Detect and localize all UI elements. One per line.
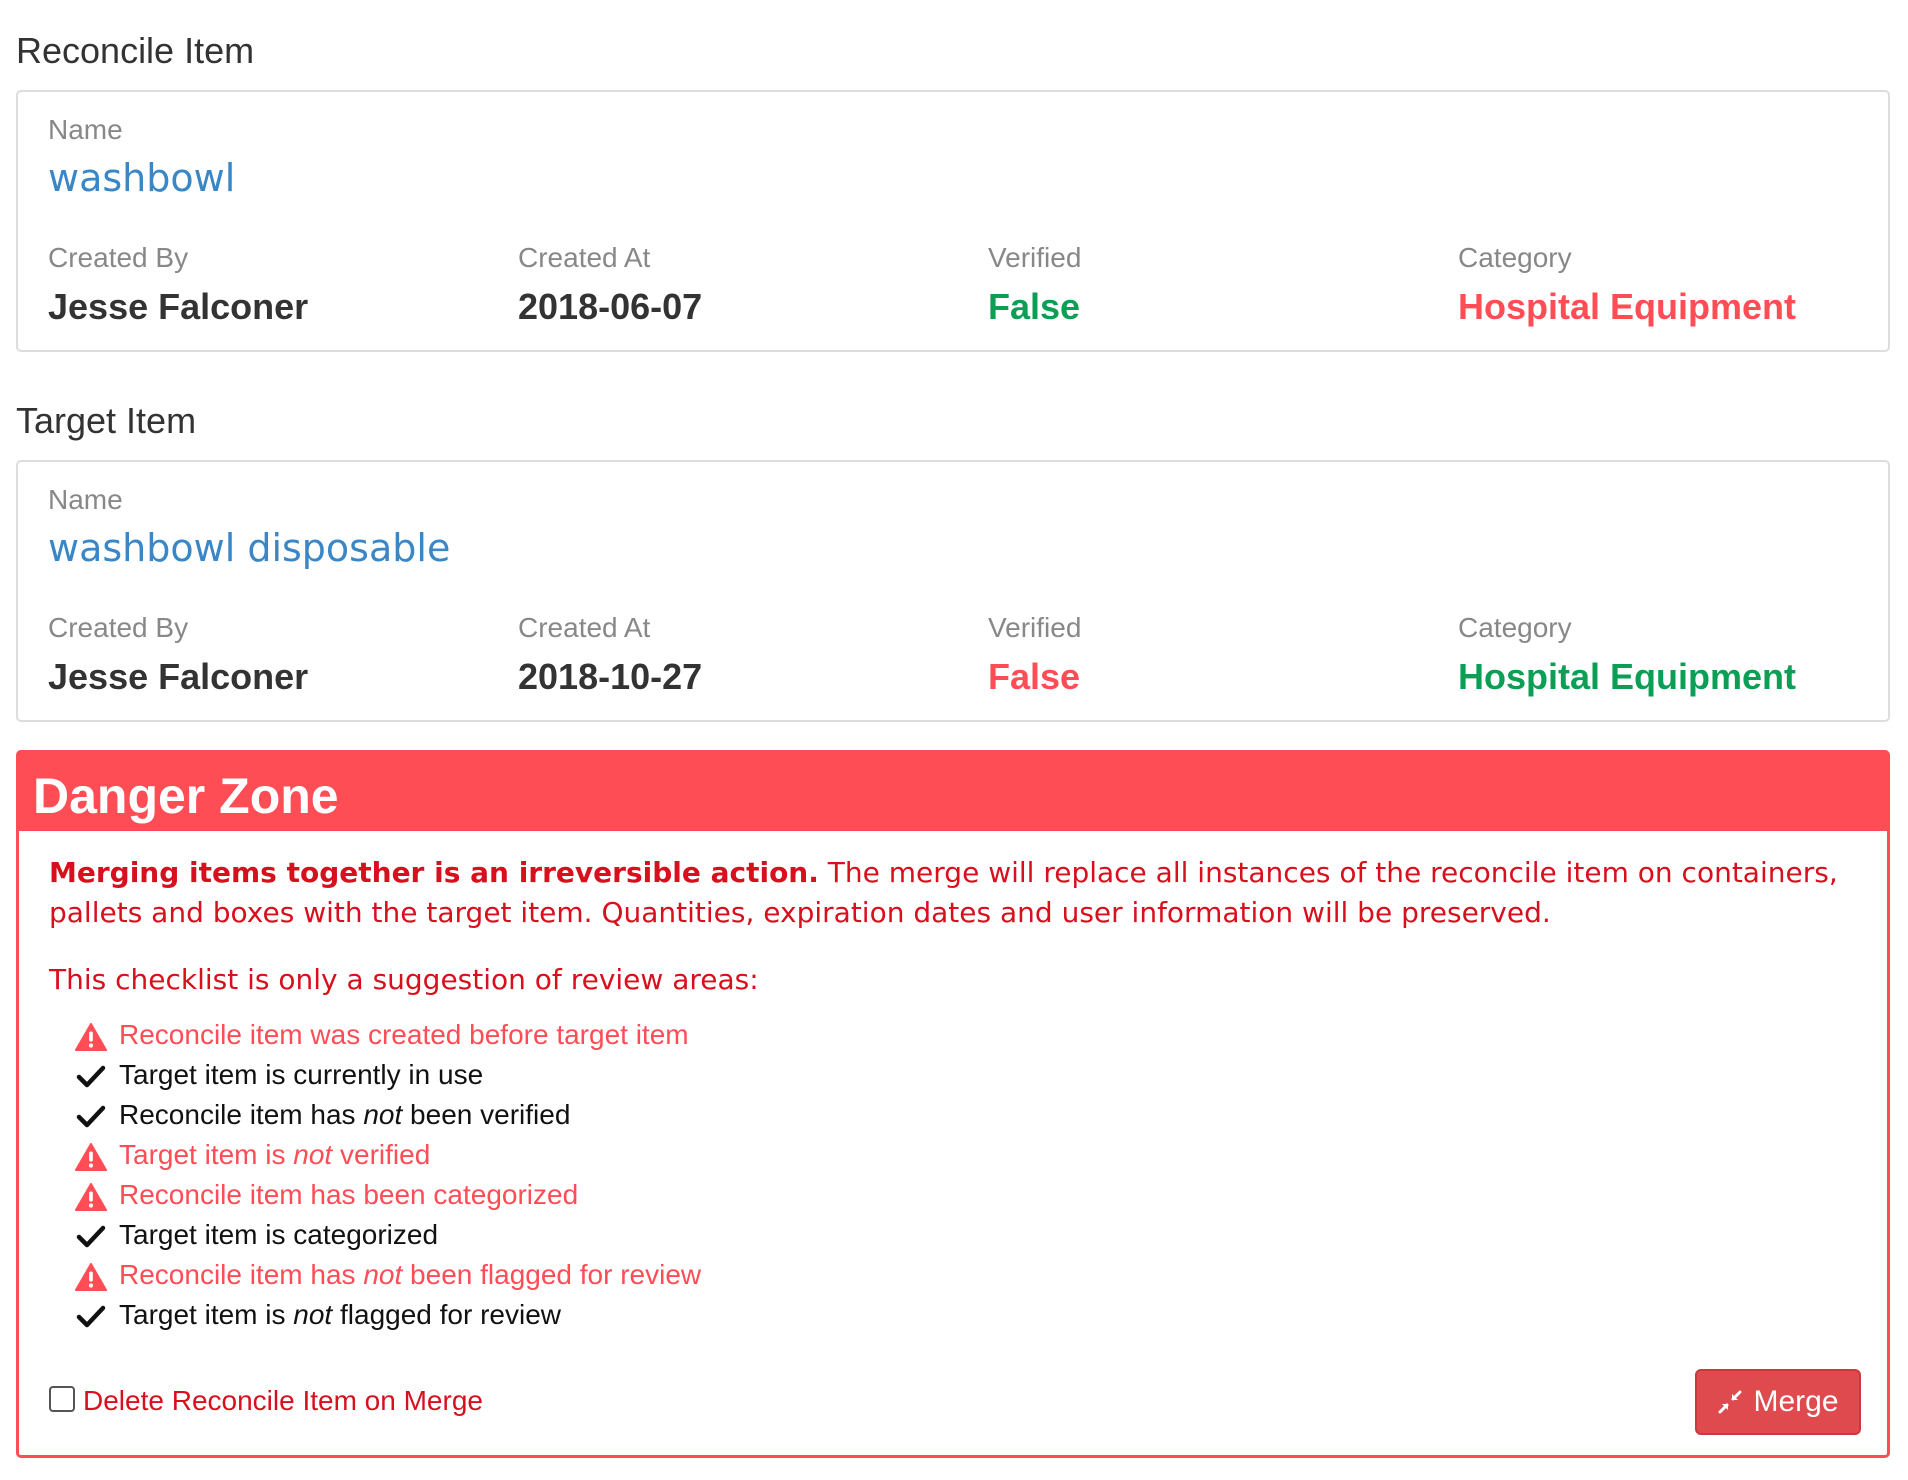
verified-value: False: [988, 656, 1081, 697]
checklist-item: Target item is currently in use: [75, 1055, 701, 1095]
category-label: Category: [1458, 612, 1572, 643]
danger-zone-panel: Danger Zone Merging items together is an…: [16, 750, 1890, 1458]
verified-label: Verified: [988, 612, 1082, 643]
category-value: Hospital Equipment: [1458, 656, 1797, 697]
reconcile-item-heading: Reconcile Item: [16, 30, 255, 71]
checklist-item: Reconcile item was created before target…: [75, 1015, 701, 1055]
checklist-intro: This checklist is only a suggestion of r…: [49, 963, 759, 996]
checklist-item: Target item is not flagged for review: [75, 1295, 701, 1335]
checklist-item: Target item is not verified: [75, 1135, 701, 1175]
checklist-text: Reconcile item has been categorized: [119, 1179, 579, 1210]
check-icon: [75, 1102, 107, 1130]
delete-reconcile-checkbox-row[interactable]: Delete Reconcile Item on Merge: [49, 1385, 483, 1417]
category-value: Hospital Equipment: [1458, 286, 1797, 327]
check-icon: [75, 1302, 107, 1330]
warning-icon: [75, 1262, 107, 1291]
merge-button-label[interactable]: Merge: [1753, 1385, 1838, 1419]
target-item-name[interactable]: washbowl disposable: [48, 526, 450, 570]
checklist-text: Target item is categorized: [119, 1219, 439, 1250]
checklist-item: Reconcile item has been categorized: [75, 1175, 701, 1215]
verified-label: Verified: [988, 242, 1082, 273]
reconcile-item-name[interactable]: washbowl: [48, 156, 235, 200]
checklist-item: Reconcile item has not been verified: [75, 1095, 701, 1135]
checklist-text-end: been flagged for review: [402, 1259, 702, 1290]
checklist-emphasis: not: [293, 1299, 333, 1330]
verified-value: False: [988, 286, 1081, 327]
warning-icon: [75, 1182, 107, 1211]
target-item-heading: Target Item: [16, 400, 197, 441]
created-by-label: Created By: [48, 612, 189, 643]
merge-button[interactable]: Merge: [1695, 1369, 1861, 1435]
checklist-text-end: verified: [332, 1139, 431, 1170]
warning-icon: [75, 1022, 107, 1051]
name-label: Name: [48, 114, 123, 145]
merge-warning-bold: Merging items together is an irreversibl…: [49, 856, 819, 889]
danger-zone-title: Danger Zone: [33, 768, 339, 824]
check-icon: [75, 1062, 107, 1090]
delete-reconcile-label[interactable]: Delete Reconcile Item on Merge: [83, 1385, 483, 1416]
check-icon: [75, 1222, 107, 1250]
delete-reconcile-checkbox[interactable]: [49, 1386, 75, 1412]
merge-warning: Merging items together is an irreversibl…: [49, 853, 1839, 933]
checklist-text-end: been verified: [402, 1099, 571, 1130]
danger-zone-header: Danger Zone: [19, 753, 1887, 831]
compress-arrows-icon: [1718, 1390, 1742, 1414]
checklist-text: Reconcile item has: [119, 1259, 364, 1290]
review-checklist: Reconcile item was created before target…: [75, 1015, 701, 1335]
category-label: Category: [1458, 242, 1572, 273]
created-at-value: 2018-06-07: [518, 286, 703, 327]
checklist-text: Reconcile item was created before target…: [119, 1019, 689, 1050]
created-by-label: Created By: [48, 242, 189, 273]
checklist-text: Target item is: [119, 1299, 294, 1330]
warning-icon: [75, 1142, 107, 1171]
checklist-emphasis: not: [363, 1099, 403, 1130]
checklist-text: Target item is: [119, 1139, 294, 1170]
checklist-text: Reconcile item has: [119, 1099, 364, 1130]
created-at-label: Created At: [518, 612, 651, 643]
checklist-text: Target item is currently in use: [119, 1059, 484, 1090]
created-by-value: Jesse Falconer: [48, 286, 309, 327]
reconcile-item-panel: Name washbowl Created By Created At Veri…: [16, 90, 1890, 352]
created-by-value: Jesse Falconer: [48, 656, 309, 697]
checklist-text-end: flagged for review: [332, 1299, 562, 1330]
target-item-panel: Name washbowl disposable Created By Crea…: [16, 460, 1890, 722]
checklist-emphasis: not: [363, 1259, 403, 1290]
checklist-item: Reconcile item has not been flagged for …: [75, 1255, 701, 1295]
name-label: Name: [48, 484, 123, 515]
created-at-label: Created At: [518, 242, 651, 273]
checklist-emphasis: not: [293, 1139, 333, 1170]
created-at-value: 2018-10-27: [518, 656, 703, 697]
checklist-item: Target item is categorized: [75, 1215, 701, 1255]
